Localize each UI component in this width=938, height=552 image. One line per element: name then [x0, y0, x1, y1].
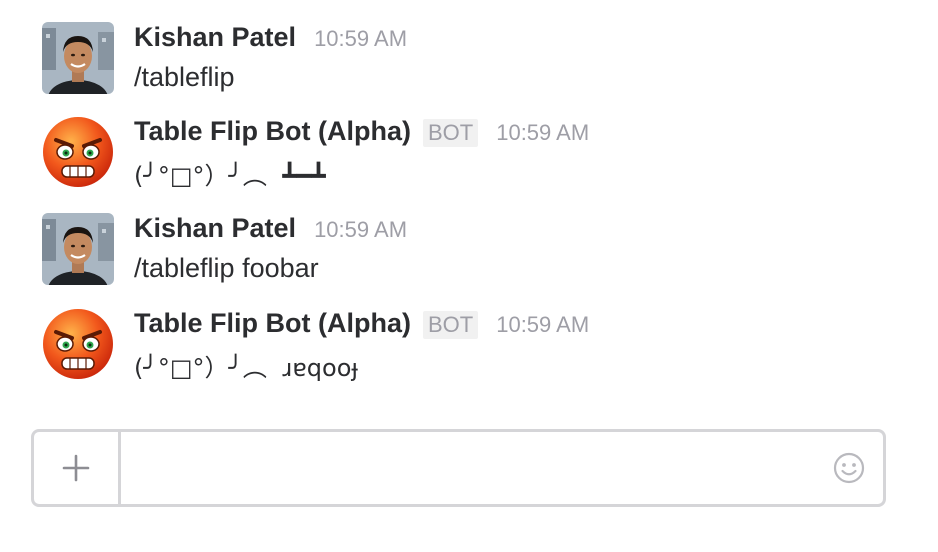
flipped-table-text: ┻━┻: [282, 162, 326, 190]
sender-name[interactable]: Kishan Patel: [134, 213, 296, 244]
user-avatar[interactable]: [42, 22, 114, 94]
user-photo-avatar: [42, 213, 114, 285]
plus-icon: [62, 454, 90, 482]
message-timestamp[interactable]: 10:59 AM: [496, 120, 589, 146]
previous-message-remnant: [40, 0, 460, 4]
sender-name[interactable]: Table Flip Bot (Alpha): [134, 308, 411, 339]
flipped-word-text: ɹɐqooɟ: [282, 354, 359, 382]
user-photo-avatar: [42, 22, 114, 94]
bot-badge: BOT: [422, 311, 479, 339]
emoji-button[interactable]: [833, 452, 865, 484]
message-header: Table Flip Bot (Alpha) BOT 10:59 AM: [134, 308, 589, 342]
message-header: Table Flip Bot (Alpha) BOT 10:59 AM: [134, 116, 589, 150]
message-item: Kishan Patel 10:59 AM /tableflip foobar: [0, 213, 938, 303]
user-avatar[interactable]: [42, 213, 114, 285]
message-input[interactable]: [124, 436, 818, 502]
message-timestamp[interactable]: 10:59 AM: [314, 26, 407, 52]
bot-avatar[interactable]: [42, 308, 114, 380]
sender-name[interactable]: Kishan Patel: [134, 22, 296, 53]
message-item: Table Flip Bot (Alpha) BOT 10:59 AM (╯°□…: [0, 308, 938, 398]
message-text: /tableflip: [134, 62, 235, 92]
message-item: Kishan Patel 10:59 AM /tableflip: [0, 22, 938, 112]
angry-face-avatar: [43, 309, 113, 379]
bot-avatar[interactable]: [42, 116, 114, 188]
chat-view: Kishan Patel 10:59 AM /tableflip Table F…: [0, 0, 938, 552]
message-composer: [31, 429, 886, 507]
message-text: (╯°□°）╯︵ ɹɐqooɟ: [134, 348, 358, 383]
message-timestamp[interactable]: 10:59 AM: [496, 312, 589, 338]
message-header: Kishan Patel 10:59 AM: [134, 213, 407, 247]
attach-button[interactable]: [34, 432, 121, 504]
flip-face-text: (╯°□°）╯︵: [134, 354, 267, 382]
flip-face-text: (╯°□°）╯︵: [134, 162, 267, 190]
bot-badge: BOT: [422, 119, 479, 147]
message-item: Table Flip Bot (Alpha) BOT 10:59 AM (╯°□…: [0, 116, 938, 206]
sender-name[interactable]: Table Flip Bot (Alpha): [134, 116, 411, 147]
message-text: /tableflip foobar: [134, 253, 319, 283]
message-header: Kishan Patel 10:59 AM: [134, 22, 407, 56]
message-text: (╯°□°）╯︵ ┻━┻: [134, 156, 326, 191]
angry-face-avatar: [43, 117, 113, 187]
message-timestamp[interactable]: 10:59 AM: [314, 217, 407, 243]
smiley-icon: [833, 452, 865, 484]
